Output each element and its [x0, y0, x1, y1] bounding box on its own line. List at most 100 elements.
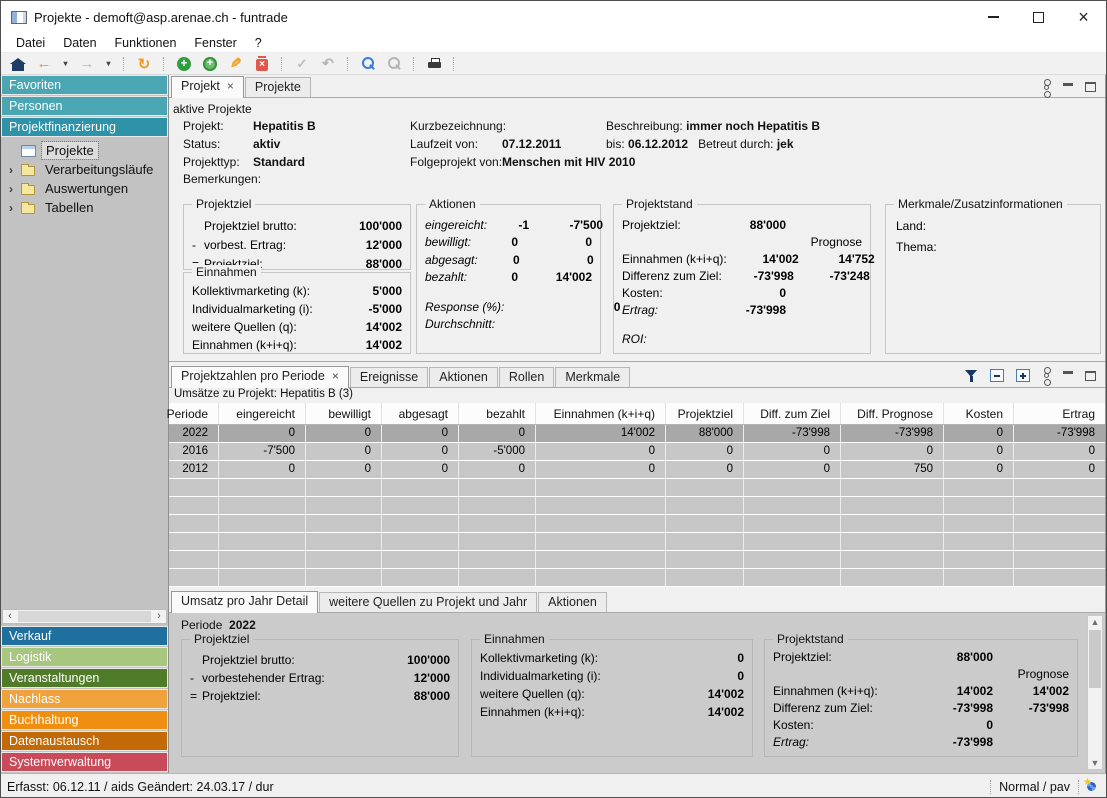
scroll-down-icon[interactable]: ▼	[1088, 758, 1102, 768]
tree-item[interactable]: Auswertungen	[1, 179, 168, 198]
tab[interactable]: Projekte	[245, 77, 311, 97]
add-linked-button[interactable]: +	[201, 55, 219, 73]
maximize-button[interactable]	[1016, 1, 1061, 33]
column-header[interactable]: eingereicht	[219, 403, 306, 424]
bemerkungen-label: Bemerkungen:	[183, 172, 261, 186]
kebab-menu-icon[interactable]	[1044, 85, 1049, 90]
tab[interactable]: Ereignisse	[350, 367, 428, 387]
tab-close-icon[interactable]	[227, 81, 234, 91]
column-header[interactable]: Ertrag	[1014, 403, 1105, 424]
expand-chevron-icon[interactable]	[9, 165, 21, 175]
undo-button[interactable]: ↶	[319, 55, 337, 73]
sidebar-section-header[interactable]: Personen	[1, 96, 168, 116]
expand-icon[interactable]	[1016, 369, 1030, 382]
confirm-button[interactable]: ✓	[293, 55, 311, 73]
expand-chevron-icon[interactable]	[9, 203, 21, 213]
column-header[interactable]: Diff. Prognose	[841, 403, 944, 424]
sidebar-section-header[interactable]: Verkauf	[1, 626, 168, 646]
tab[interactable]: Merkmale	[555, 367, 630, 387]
scroll-up-icon[interactable]: ▲	[1088, 617, 1102, 627]
tab[interactable]: weitere Quellen zu Projekt und Jahr	[319, 592, 537, 612]
panel-minimize-icon[interactable]	[1063, 371, 1073, 374]
tab[interactable]: Projektzahlen pro Periode	[171, 366, 349, 388]
edit-button[interactable]: ✎	[227, 55, 245, 73]
menu-item[interactable]: Daten	[54, 36, 105, 50]
scrollbar-thumb[interactable]	[18, 611, 151, 622]
add-button[interactable]: +	[175, 55, 193, 73]
settings-gear-icon[interactable]	[1087, 782, 1096, 791]
tab[interactable]: Rollen	[499, 367, 554, 387]
table-row-empty[interactable]	[169, 479, 1105, 497]
panel-maximize-icon[interactable]	[1085, 82, 1096, 92]
row-prognose: -73'998	[993, 701, 1069, 715]
table-cell: 0	[219, 461, 306, 478]
menu-item[interactable]: Fenster	[185, 36, 245, 50]
table-row-empty[interactable]	[169, 497, 1105, 515]
menu-item[interactable]: Datei	[7, 36, 54, 50]
tree-item[interactable]: Projekte	[1, 141, 168, 160]
search-button[interactable]	[359, 55, 377, 73]
menu-item[interactable]: ?	[246, 36, 271, 50]
sidebar-section-header[interactable]: Nachlass	[1, 689, 168, 709]
column-header[interactable]: abgesagt	[382, 403, 459, 424]
sidebar-section-header[interactable]: Logistik	[1, 647, 168, 667]
sidebar-section-header[interactable]: Projektfinanzierung	[1, 117, 168, 137]
column-header[interactable]: Periode	[169, 403, 219, 424]
table-cell	[169, 497, 219, 514]
forward-history-button[interactable]: ▾	[104, 55, 113, 73]
sidebar-horizontal-scrollbar[interactable]: ‹ ›	[2, 609, 167, 624]
projektstand-row: Einnahmen (k+i+q):14'00214'002	[773, 682, 1069, 699]
tab[interactable]: Aktionen	[538, 592, 607, 612]
scroll-left-icon[interactable]: ‹	[3, 610, 17, 623]
table-row[interactable]: 2016-7'50000-5'000000000	[169, 443, 1105, 461]
search-secondary-button[interactable]	[385, 55, 403, 73]
tab-label: Projektzahlen pro Periode	[181, 369, 325, 383]
sidebar-section-header[interactable]: Veranstaltungen	[1, 668, 168, 688]
sidebar-section-header[interactable]: Datenaustausch	[1, 731, 168, 751]
detail-vertical-scrollbar[interactable]: ▲ ▼	[1087, 615, 1103, 770]
menu-item[interactable]: Funktionen	[106, 36, 186, 50]
tree-item[interactable]: Verarbeitungsläufe	[1, 160, 168, 179]
delete-button[interactable]: ×	[253, 55, 271, 73]
panel-minimize-icon[interactable]	[1063, 83, 1073, 86]
minimize-button[interactable]	[971, 1, 1016, 33]
column-header[interactable]: bezahlt	[459, 403, 536, 424]
scroll-right-icon[interactable]: ›	[152, 610, 166, 623]
table-row-empty[interactable]	[169, 551, 1105, 569]
column-header[interactable]: bewilligt	[306, 403, 382, 424]
kebab-menu-icon[interactable]	[1044, 373, 1049, 378]
forward-button[interactable]: →	[78, 55, 96, 73]
column-header[interactable]: Einnahmen (k+i+q)	[536, 403, 666, 424]
prognose-label: Prognose	[993, 667, 1069, 681]
tab[interactable]: Projekt	[171, 76, 244, 98]
table-row-empty[interactable]	[169, 515, 1105, 533]
sidebar-section-header[interactable]: Favoriten	[1, 75, 168, 95]
back-button[interactable]: ←	[35, 55, 53, 73]
sidebar-section-header[interactable]: Buchhaltung	[1, 710, 168, 730]
tab[interactable]: Umsatz pro Jahr Detail	[171, 591, 318, 613]
column-header[interactable]: Diff. zum Ziel	[744, 403, 841, 424]
panel-maximize-icon[interactable]	[1085, 371, 1096, 381]
tab-close-icon[interactable]	[332, 371, 339, 381]
table-row[interactable]: 2012000000075000	[169, 461, 1105, 479]
table-row-empty[interactable]	[169, 533, 1105, 551]
table-cell	[944, 515, 1014, 532]
home-button[interactable]	[9, 55, 27, 73]
tree-item[interactable]: Tabellen	[1, 198, 168, 217]
collapse-icon[interactable]	[990, 369, 1004, 382]
table-row[interactable]: 2022000014'00288'000-73'998-73'9980-73'9…	[169, 425, 1105, 443]
tab[interactable]: Aktionen	[429, 367, 498, 387]
projektstand-ziel-row: Projektziel:88'000	[622, 216, 862, 233]
print-button[interactable]	[425, 55, 443, 73]
close-button[interactable]: ×	[1061, 1, 1106, 33]
scrollbar-thumb[interactable]	[1089, 630, 1101, 688]
table-row-empty[interactable]	[169, 569, 1105, 587]
column-header[interactable]: Projektziel	[666, 403, 744, 424]
sidebar-section-header[interactable]: Systemverwaltung	[1, 752, 168, 772]
filter-icon[interactable]	[965, 369, 978, 382]
expand-chevron-icon[interactable]	[9, 184, 21, 194]
column-header[interactable]: Kosten	[944, 403, 1014, 424]
row-value: -5'000	[368, 302, 402, 316]
refresh-button[interactable]: ↻	[135, 55, 153, 73]
back-history-button[interactable]: ▾	[61, 55, 70, 73]
